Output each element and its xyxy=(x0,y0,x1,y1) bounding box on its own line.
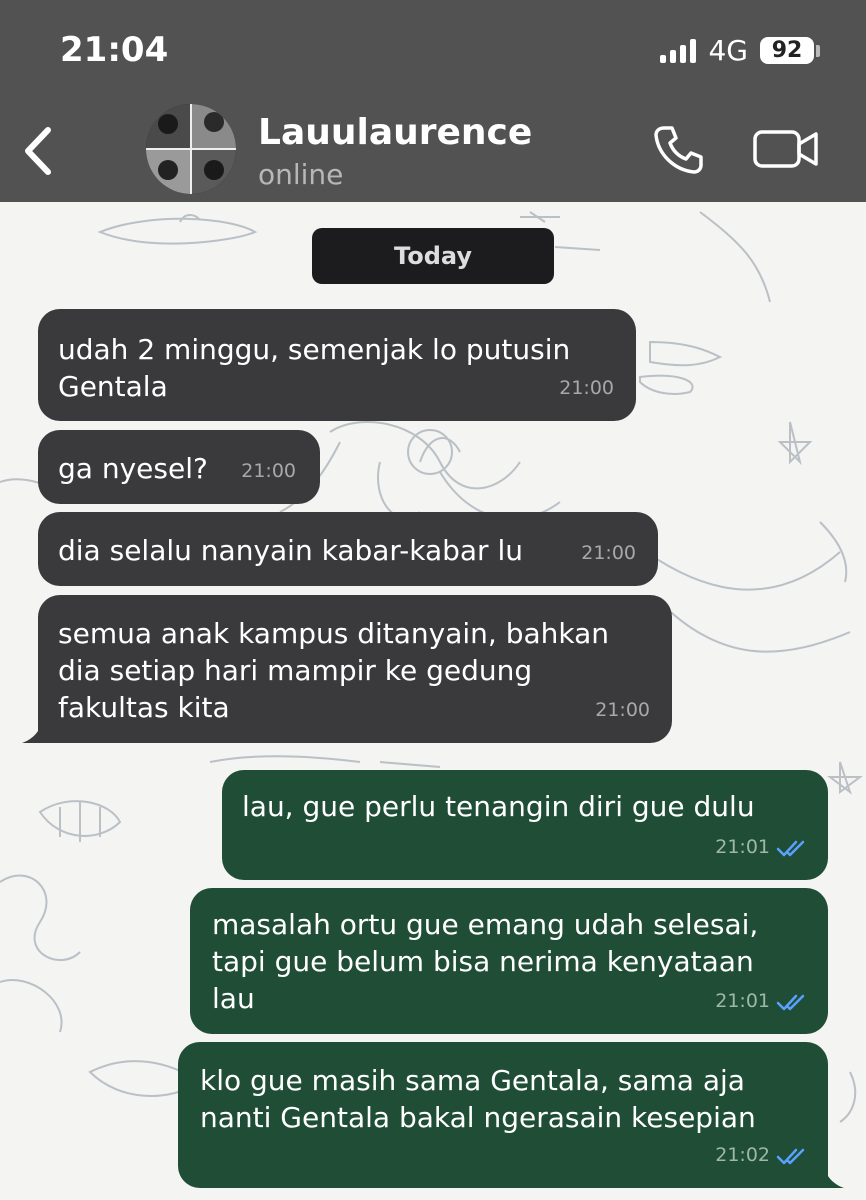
battery-icon: 92 xyxy=(760,37,820,64)
phone-icon xyxy=(654,126,703,174)
message-meta: 21:01 xyxy=(715,829,806,866)
message-bubble-incoming[interactable]: dia selalu nanyain kabar-kabar lu 21:00 xyxy=(38,512,658,586)
contact-name[interactable]: Lauulaurence xyxy=(258,112,532,153)
double-check-icon xyxy=(776,840,805,856)
message-bubble-incoming[interactable]: udah 2 minggu, semenjak lo putusin Genta… xyxy=(38,309,636,421)
message-text: semua anak kampus ditanyain, bahkan dia … xyxy=(58,617,610,724)
message-bubble-incoming[interactable]: semua anak kampus ditanyain, bahkan dia … xyxy=(22,595,672,743)
message-text: udah 2 minggu, semenjak lo putusin Genta… xyxy=(58,333,571,403)
battery-level: 92 xyxy=(760,37,814,64)
message-bubble-outgoing[interactable]: klo gue masih sama Gentala, sama aja nan… xyxy=(178,1042,844,1188)
message-time: 21:01 xyxy=(715,836,770,858)
message-time: 21:01 xyxy=(715,990,770,1012)
message-bubble-incoming[interactable]: ga nyesel? 21:00 xyxy=(38,430,320,504)
back-button[interactable] xyxy=(20,124,60,178)
avatar[interactable] xyxy=(146,104,236,194)
status-time: 21:04 xyxy=(60,30,169,70)
network-label: 4G xyxy=(708,34,748,67)
message-time: 21:00 xyxy=(241,460,296,482)
call-button[interactable] xyxy=(650,122,706,178)
message-meta: 21:01 xyxy=(715,983,806,1020)
message-text: lau, gue perlu tenangin diri gue dulu xyxy=(242,790,755,823)
message-bubble-outgoing[interactable]: masalah ortu gue emang udah selesai, tap… xyxy=(190,888,828,1034)
double-check-icon xyxy=(776,994,805,1010)
contact-status: online xyxy=(258,158,344,191)
message-time: 21:00 xyxy=(595,699,650,721)
signal-icon xyxy=(660,38,697,63)
video-camera-icon xyxy=(753,130,818,168)
message-text: klo gue masih sama Gentala, sama aja nan… xyxy=(200,1064,756,1134)
chevron-left-icon xyxy=(25,127,51,175)
bubble-tail xyxy=(814,1160,844,1188)
video-call-button[interactable] xyxy=(752,124,820,174)
message-time: 21:00 xyxy=(581,542,636,564)
bubble-tail xyxy=(22,715,52,743)
message-meta: 21:02 xyxy=(715,1137,806,1174)
double-check-icon xyxy=(776,1148,805,1164)
message-time: 21:02 xyxy=(715,1144,770,1166)
status-indicators: 4G 92 xyxy=(660,34,820,67)
chat-header: 21:04 4G 92 Lauulaurence online xyxy=(0,0,866,202)
message-time: 21:00 xyxy=(559,377,614,399)
message-bubble-outgoing[interactable]: lau, gue perlu tenangin diri gue dulu 21… xyxy=(222,770,828,880)
message-text: dia selalu nanyain kabar-kabar lu xyxy=(58,534,523,567)
date-separator: Today xyxy=(312,228,554,284)
